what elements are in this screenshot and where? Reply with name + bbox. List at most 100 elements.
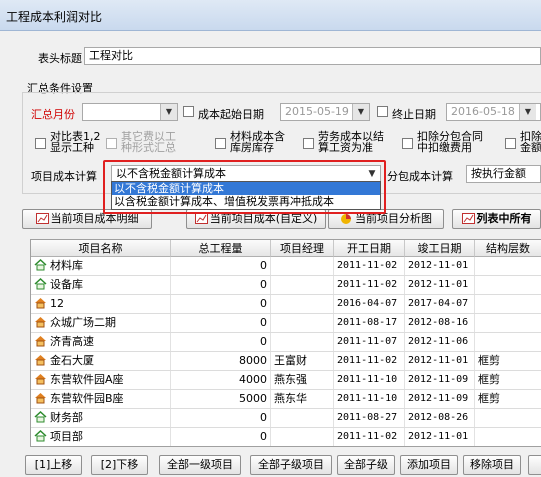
cell-text: 框剪 bbox=[478, 354, 500, 367]
option-label-deduct-amount: 扣除 金额 bbox=[520, 130, 541, 154]
column-header-start[interactable]: 开工日期 bbox=[334, 240, 405, 257]
cell-text: 2011-11-10 bbox=[337, 374, 398, 385]
list-all-button[interactable]: 列表中所有 bbox=[452, 209, 541, 229]
cell-text: 金石大厦 bbox=[50, 354, 94, 367]
all-level1-button[interactable]: 全部一级项目 bbox=[159, 455, 241, 475]
option-checkbox-material-stock[interactable] bbox=[215, 138, 226, 149]
sub-cost-label: 分包成本计算 bbox=[387, 170, 453, 183]
cell-text: 2012-11-09 bbox=[408, 393, 469, 404]
table-row[interactable]: 财务部 0 2011-08-27 2012-08-26 bbox=[31, 409, 541, 428]
table-row[interactable]: 东营软件园B座 5000 燕东华 2011-11-10 2012-11-09 框剪 bbox=[31, 390, 541, 409]
cell-text: 5000 bbox=[239, 392, 267, 405]
cell-text: 8000 bbox=[239, 354, 267, 367]
cell-qty: 0 bbox=[171, 295, 271, 313]
cell-start: 2011-11-02 bbox=[334, 276, 405, 294]
title-input[interactable]: 工程对比 bbox=[84, 47, 541, 65]
cell-end: 2012-11-01 bbox=[405, 276, 475, 294]
orange-house-icon bbox=[34, 316, 47, 328]
cell-text: 2012-11-09 bbox=[408, 374, 469, 385]
cell-text: 燕东强 bbox=[274, 373, 307, 386]
option-checkbox-deduct-subcontract[interactable] bbox=[402, 138, 413, 149]
start-date-value: 2015-05-19 bbox=[285, 105, 349, 118]
sub-cost-select[interactable]: 按执行金额 bbox=[466, 165, 541, 183]
table-row[interactable]: 众城广场二期 0 2011-08-17 2012-08-16 bbox=[31, 314, 541, 333]
cell-start: 2011-11-10 bbox=[334, 390, 405, 408]
cell-text: 2011-11-02 bbox=[337, 355, 398, 366]
cell-end: 2012-08-26 bbox=[405, 409, 475, 427]
table-row[interactable]: 金石大厦 8000 王富财 2011-11-02 2012-11-01 框剪 bbox=[31, 352, 541, 371]
cell-start: 2011-11-02 bbox=[334, 257, 405, 275]
month-select[interactable]: ▼ bbox=[82, 103, 178, 121]
window-titlebar: 工程成本利润对比 bbox=[0, 0, 541, 31]
all-sub-projects-button[interactable]: 全部子级项目 bbox=[250, 455, 332, 475]
end-date-checkbox[interactable] bbox=[377, 106, 388, 117]
cell-qty: 0 bbox=[171, 409, 271, 427]
cell-name: 设备库 bbox=[31, 276, 171, 294]
cell-text: 2012-11-01 bbox=[408, 260, 469, 271]
calendar-dropdown-icon[interactable]: ▼ bbox=[519, 104, 536, 120]
cell-name: 东营软件园A座 bbox=[31, 371, 171, 389]
cell-struct bbox=[475, 409, 541, 427]
chart-icon bbox=[35, 212, 49, 224]
column-header-qty[interactable]: 总工程量 bbox=[171, 240, 271, 257]
option-checkbox-show-worktype[interactable] bbox=[35, 138, 46, 149]
more-button[interactable] bbox=[528, 455, 541, 475]
cell-start: 2011-08-17 bbox=[334, 314, 405, 332]
cell-text: 0 bbox=[260, 335, 267, 348]
cell-text: 0 bbox=[260, 430, 267, 443]
all-sub-button[interactable]: 全部子级 bbox=[337, 455, 395, 475]
cost-calc-label: 项目成本计算 bbox=[31, 170, 97, 183]
cell-name: 12 bbox=[31, 295, 171, 313]
cell-name: 众城广场二期 bbox=[31, 314, 171, 332]
cell-text: 设备库 bbox=[50, 278, 83, 291]
cell-mgr: 燕东强 bbox=[271, 371, 334, 389]
column-header-manager[interactable]: 项目经理 bbox=[271, 240, 334, 257]
calendar-dropdown-icon[interactable]: ▼ bbox=[352, 104, 369, 120]
orange-house-icon bbox=[34, 297, 47, 309]
cell-text: 东营软件园A座 bbox=[50, 373, 124, 386]
remove-project-button[interactable]: 移除项目 bbox=[463, 455, 521, 475]
table-row[interactable]: 项目部 0 2011-11-02 2012-11-01 bbox=[31, 428, 541, 446]
move-down-button[interactable]: [2]下移 bbox=[91, 455, 148, 475]
table-row[interactable]: 东营软件园A座 4000 燕东强 2011-11-10 2012-11-09 框剪 bbox=[31, 371, 541, 390]
project-table[interactable]: 项目名称 总工程量 项目经理 开工日期 竣工日期 结构层数 材料库 0 2011-1… bbox=[30, 239, 541, 447]
highlight-frame bbox=[103, 160, 386, 214]
end-date-input[interactable]: 2016-05-18 ▼ bbox=[446, 103, 541, 121]
table-row[interactable]: 设备库 0 2011-11-02 2012-11-01 bbox=[31, 276, 541, 295]
add-project-button[interactable]: 添加项目 bbox=[400, 455, 458, 475]
cell-start: 2016-04-07 bbox=[334, 295, 405, 313]
window-title: 工程成本利润对比 bbox=[6, 10, 103, 24]
start-date-input[interactable]: 2015-05-19 ▼ bbox=[280, 103, 370, 121]
start-date-checkbox[interactable] bbox=[183, 106, 194, 117]
cell-text: 2012-11-06 bbox=[408, 336, 469, 347]
table-row[interactable]: 材料库 0 2011-11-02 2012-11-01 bbox=[31, 257, 541, 276]
option-label-show-worktype: 对比表1,2 显示工种 bbox=[50, 130, 101, 154]
cell-text: 2011-11-02 bbox=[337, 260, 398, 271]
option-checkbox-other-fees[interactable] bbox=[106, 138, 117, 149]
orange-house-icon bbox=[34, 373, 47, 385]
move-up-button[interactable]: [1]上移 bbox=[25, 455, 82, 475]
cell-text: 2011-11-07 bbox=[337, 336, 398, 347]
cell-mgr bbox=[271, 428, 334, 446]
cell-text: 材料库 bbox=[50, 259, 83, 272]
column-header-name[interactable]: 项目名称 bbox=[31, 240, 171, 257]
cell-qty: 5000 bbox=[171, 390, 271, 408]
cell-qty: 0 bbox=[171, 428, 271, 446]
cell-end: 2012-11-06 bbox=[405, 333, 475, 351]
column-header-end[interactable]: 竣工日期 bbox=[405, 240, 475, 257]
cell-name: 金石大厦 bbox=[31, 352, 171, 370]
cell-text: 0 bbox=[260, 297, 267, 310]
chevron-down-icon[interactable]: ▼ bbox=[160, 104, 177, 120]
green-house-icon bbox=[34, 410, 47, 423]
column-header-structure[interactable]: 结构层数 bbox=[475, 240, 541, 257]
cell-name: 项目部 bbox=[31, 428, 171, 446]
option-checkbox-deduct-amount[interactable] bbox=[505, 138, 516, 149]
cell-name: 财务部 bbox=[31, 409, 171, 427]
option-checkbox-labor-wage[interactable] bbox=[303, 138, 314, 149]
green-house-icon bbox=[34, 258, 47, 271]
cell-text: 2012-11-01 bbox=[408, 355, 469, 366]
table-row[interactable]: 济青高速 0 2011-11-07 2012-11-06 bbox=[31, 333, 541, 352]
green-house-icon bbox=[34, 429, 47, 442]
table-row[interactable]: 12 0 2016-04-07 2017-04-07 bbox=[31, 295, 541, 314]
cell-name: 济青高速 bbox=[31, 333, 171, 351]
